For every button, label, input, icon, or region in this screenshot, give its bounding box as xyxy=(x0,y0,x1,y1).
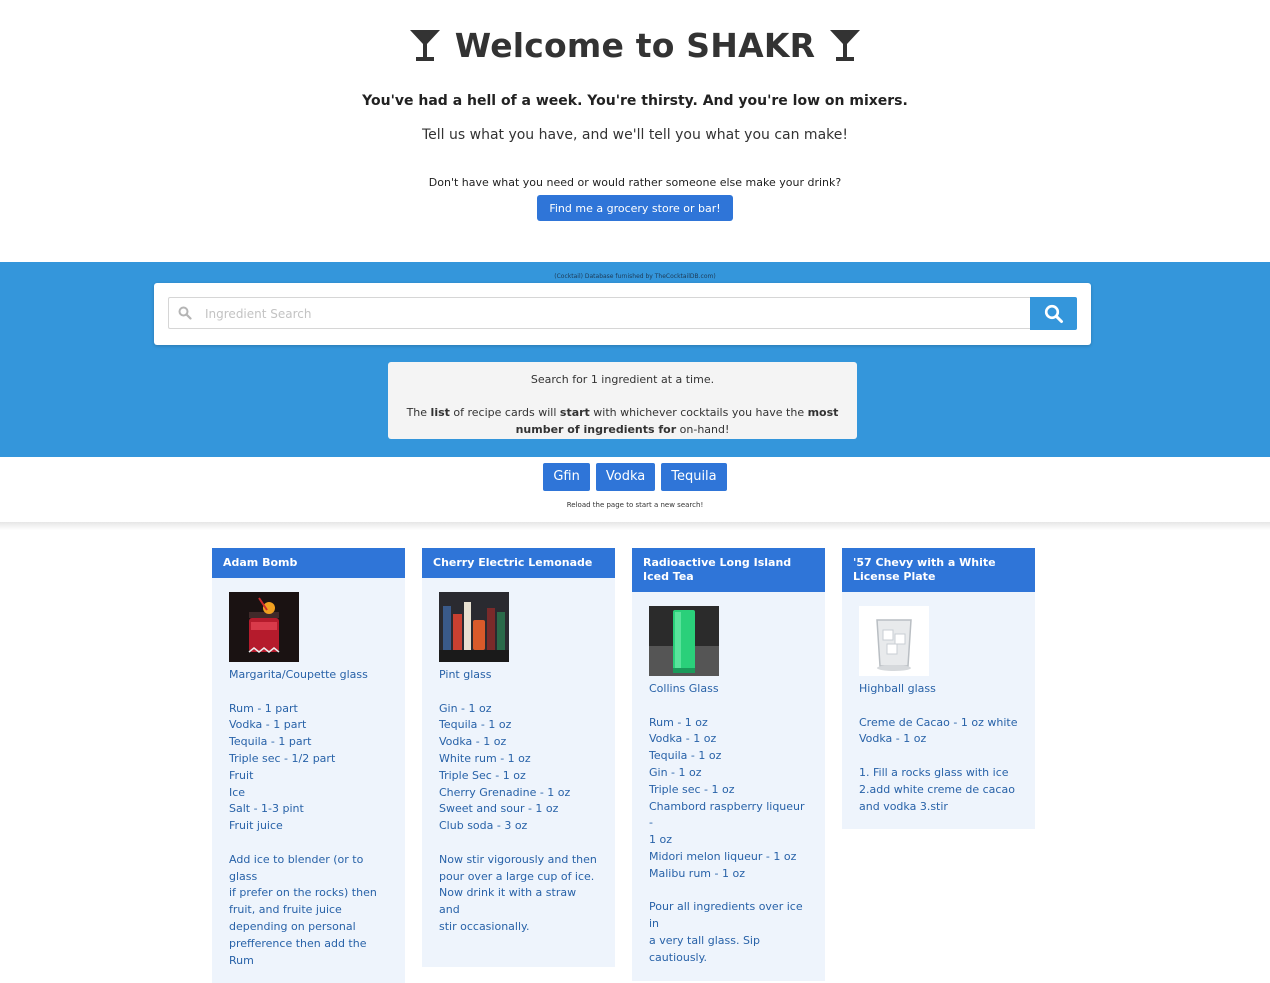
ingredient-line: Ice xyxy=(229,785,246,799)
reload-note: Reload the page to start a new search! xyxy=(566,501,704,509)
search-icon xyxy=(1044,304,1063,323)
database-credit: (Cocktail) Database furnished by TheCock… xyxy=(554,273,716,280)
glass-type: Collins Glass xyxy=(649,682,719,695)
cocktail-photo xyxy=(229,592,299,662)
ingredient-line: Sweet and sour - 1 oz xyxy=(439,802,559,816)
ingredient-line: Fruit xyxy=(229,768,254,782)
instruction-line: stir occasionally. xyxy=(439,919,530,933)
instruction-line: and vodka 3.stir xyxy=(859,799,948,813)
ingredient-line: Vodka - 1 oz xyxy=(649,732,717,746)
ingredient-line: Gin - 1 oz xyxy=(439,701,492,715)
ingredient-line: Malibu rum - 1 oz xyxy=(649,866,745,880)
recipe-card[interactable]: '57 Chevy with a White License Plate Hig… xyxy=(842,548,1035,830)
ingredient-chips: Gfin Vodka Tequila xyxy=(0,463,1270,491)
glass-type: Pint glass xyxy=(439,668,492,681)
ingredient-line: Tequila - 1 oz xyxy=(439,718,512,732)
recipe-card[interactable]: Radioactive Long Island Iced Tea Collins… xyxy=(632,548,825,981)
ingredient-line: Vodka - 1 oz xyxy=(439,735,507,749)
ingredient-line: Fruit juice xyxy=(229,819,283,833)
search-field xyxy=(168,297,1030,330)
glass-type: Margarita/Coupette glass xyxy=(229,668,368,681)
ingredient-line: Midori melon liqueur - 1 oz xyxy=(649,849,797,863)
recipe-card-title: Radioactive Long Island Iced Tea xyxy=(632,548,825,592)
instruction-line: Now drink it with a straw and xyxy=(439,886,577,917)
magnifier-icon xyxy=(178,306,192,320)
recipe-card-body: Margarita/Coupette glass Rum - 1 part Vo… xyxy=(212,578,405,983)
ingredient-line: Cherry Grenadine - 1 oz xyxy=(439,785,571,799)
ingredient-line: 1 oz xyxy=(649,833,672,847)
hero-section: Welcome to SHAKR You've had a hell of a … xyxy=(0,0,1270,238)
page-title: Welcome to SHAKR xyxy=(454,25,816,65)
title-row: Welcome to SHAKR xyxy=(0,24,1270,66)
ingredient-line: Vodka - 1 part xyxy=(229,718,307,732)
instruction-line: prefference then add the Rum xyxy=(229,936,367,967)
find-store-or-bar-button[interactable]: Find me a grocery store or bar! xyxy=(537,195,733,221)
ingredient-line: Chambord raspberry liqueur - xyxy=(649,799,805,830)
ingredient-line: Tequila - 1 part xyxy=(229,735,312,749)
alternative-question: Don't have what you need or would rather… xyxy=(428,176,842,189)
instruction-line: pour over a large cup of ice. xyxy=(439,869,595,883)
instruction-line: Add ice to blender (or to glass xyxy=(229,852,364,883)
recipe-card[interactable]: Cherry Electric Lemonade Pint glass Gin … xyxy=(422,548,615,967)
recipe-card-title: Cherry Electric Lemonade xyxy=(422,548,615,578)
instruction-line: 2.add white creme de cacao xyxy=(859,782,1015,796)
instruction-line: 1. Fill a rocks glass with ice xyxy=(859,765,1009,779)
ingredient-line: Triple Sec - 1 oz xyxy=(439,768,526,782)
search-card xyxy=(154,283,1091,345)
section-divider xyxy=(0,522,1270,530)
ingredient-line: Salt - 1-3 pint xyxy=(229,802,304,816)
ingredient-chip[interactable]: Tequila xyxy=(661,463,727,491)
tagline: You've had a hell of a week. You're thir… xyxy=(362,93,908,109)
recipe-card-body: Collins Glass Rum - 1 oz Vodka - 1 oz Te… xyxy=(632,592,825,981)
search-button[interactable] xyxy=(1030,297,1077,330)
ingredient-line: Vodka - 1 oz xyxy=(859,732,927,746)
instruction-line: if prefer on the rocks) then xyxy=(229,886,377,900)
ingredient-line: Triple sec - 1/2 part xyxy=(229,751,336,765)
ingredient-line: Tequila - 1 oz xyxy=(649,749,722,763)
instruction-line: Pour all ingredients over ice in xyxy=(649,900,803,931)
ingredient-line: Triple sec - 1 oz xyxy=(649,782,735,796)
recipe-card-title: Adam Bomb xyxy=(212,548,405,578)
hint-line-2: The list of recipe cards will start with… xyxy=(406,406,839,436)
recipe-card-body: Highball glass Creme de Cacao - 1 oz whi… xyxy=(842,592,1035,829)
recipe-card[interactable]: Adam Bomb Margarita/Coupette glass Rum -… xyxy=(212,548,405,983)
instruction-line: a very tall glass. Sip cautiously. xyxy=(649,933,760,964)
cocktail-photo xyxy=(439,592,509,662)
instruction-line: depending on personal xyxy=(229,919,356,933)
ingredient-line: Club soda - 3 oz xyxy=(439,819,528,833)
recipe-card-body: Pint glass Gin - 1 oz Tequila - 1 oz Vod… xyxy=(422,578,615,967)
ingredient-chip[interactable]: Vodka xyxy=(595,463,656,491)
recipe-cards: Adam Bomb Margarita/Coupette glass Rum -… xyxy=(212,548,1035,983)
search-hint-box: Search for 1 ingredient at a time. The l… xyxy=(388,362,857,439)
hint-line-1: Search for 1 ingredient at a time. xyxy=(530,373,715,386)
cocktail-photo xyxy=(859,606,929,676)
instruction-line: fruit, and fruite juice xyxy=(229,903,342,917)
cocktail-glass-icon xyxy=(830,30,861,61)
cocktail-photo xyxy=(649,606,719,676)
cocktail-glass-icon xyxy=(409,30,440,61)
recipe-card-title: '57 Chevy with a White License Plate xyxy=(842,548,1035,592)
ingredient-search-input[interactable] xyxy=(203,298,1017,330)
ingredient-chip[interactable]: Gfin xyxy=(543,463,590,491)
ingredient-line: Gin - 1 oz xyxy=(649,765,702,779)
subline: Tell us what you have, and we'll tell yo… xyxy=(421,127,848,143)
ingredient-line: White rum - 1 oz xyxy=(439,751,531,765)
ingredient-line: Rum - 1 part xyxy=(229,701,298,715)
ingredient-line: Rum - 1 oz xyxy=(649,715,708,729)
ingredient-line: Creme de Cacao - 1 oz white xyxy=(859,715,1018,729)
instruction-line: Now stir vigorously and then xyxy=(439,852,597,866)
glass-type: Highball glass xyxy=(859,682,936,695)
